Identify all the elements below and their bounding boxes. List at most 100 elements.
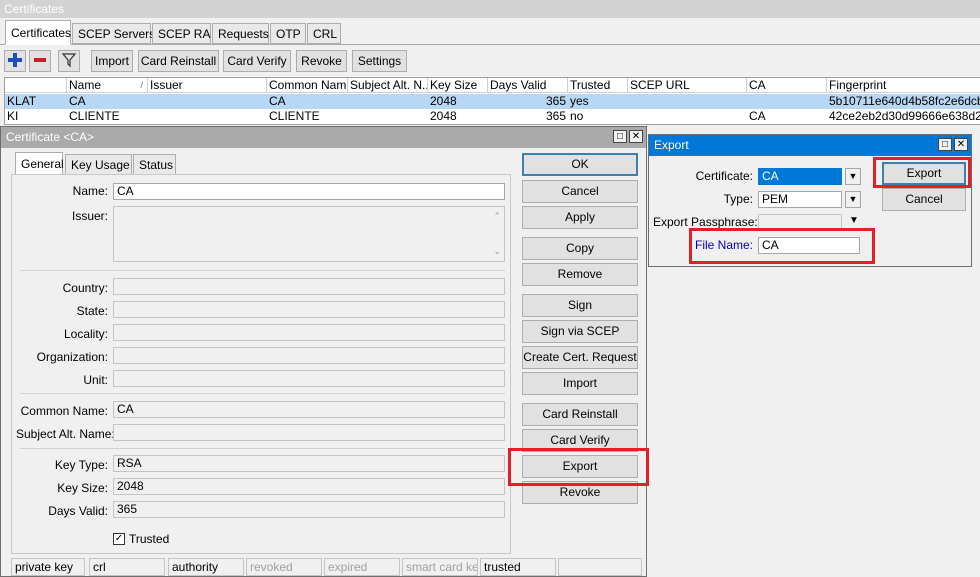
tab-otp[interactable]: OTP xyxy=(270,23,306,44)
tab-key-usage[interactable]: Key Usage xyxy=(65,154,132,175)
ok-button[interactable]: OK xyxy=(522,153,638,176)
cell-scep-url xyxy=(628,94,747,109)
column-header-name[interactable]: Name / xyxy=(67,78,148,93)
column-header-scep-url[interactable]: SCEP URL xyxy=(628,78,747,93)
sign-button[interactable]: Sign xyxy=(522,294,638,317)
filter-button[interactable] xyxy=(58,50,80,72)
state-label: State: xyxy=(76,304,108,318)
export-window-title-bar: Export □ ✕ xyxy=(649,135,971,156)
tab-certificates[interactable]: Certificates xyxy=(5,20,71,45)
state-field[interactable] xyxy=(113,301,505,318)
cell-issuer xyxy=(148,109,267,124)
country-field[interactable] xyxy=(113,278,505,295)
column-header-key-size[interactable]: Key Size xyxy=(428,78,488,93)
divider xyxy=(20,270,505,271)
card-reinstall-button[interactable]: Card Reinstall xyxy=(138,50,219,72)
cell-key-size: 2048 xyxy=(430,109,457,123)
export-cancel-button[interactable]: Cancel xyxy=(882,188,966,211)
certificate-window-title: Certificate <CA> xyxy=(6,130,95,144)
key-size-field[interactable]: 2048 xyxy=(113,478,505,495)
column-header-flags[interactable] xyxy=(5,78,67,93)
certificate-window-title-bar: Certificate <CA> □ ✕ xyxy=(1,127,646,148)
cell-ca: CA xyxy=(747,124,827,125)
create-cert-request-button[interactable]: Create Cert. Request xyxy=(522,346,638,369)
remove-cert-button[interactable]: Remove xyxy=(522,263,638,286)
cell-name: CLIENTE xyxy=(69,109,120,123)
table-row[interactable]: KI CLIENTE CLIENTE 2048 365 no CA 42ce2e… xyxy=(5,109,980,124)
column-header-ca[interactable]: CA xyxy=(747,78,827,93)
common-name-label: Common Name: xyxy=(20,404,108,418)
cancel-button[interactable]: Cancel xyxy=(522,180,638,203)
column-header-fingerprint[interactable]: Fingerprint xyxy=(827,78,980,93)
unit-field[interactable] xyxy=(113,370,505,387)
table-row[interactable]: KLAT CA CA 2048 365 yes 5b10711e640d4b58… xyxy=(5,94,980,109)
maximize-button[interactable]: □ xyxy=(613,130,627,143)
certificate-dropdown[interactable]: ▼ xyxy=(845,168,861,185)
revoke-button[interactable]: Revoke xyxy=(296,50,347,72)
tab-scep-ra[interactable]: SCEP RA xyxy=(152,23,211,44)
main-toolbar: Import Card Reinstall Card Verify Revoke… xyxy=(0,45,980,75)
apply-button[interactable]: Apply xyxy=(522,206,638,229)
close-button[interactable]: ✕ xyxy=(629,130,643,143)
cell-flags: KLAT xyxy=(7,94,37,108)
common-name-field[interactable]: CA xyxy=(113,401,505,418)
days-valid-field[interactable]: 365 xyxy=(113,501,505,518)
maximize-button[interactable]: □ xyxy=(938,138,952,151)
minus-icon xyxy=(34,58,46,62)
file-name-highlight xyxy=(689,228,875,264)
table-row[interactable]: CA 268c2c075b44718e9673e3d39 xyxy=(5,124,980,125)
copy-button[interactable]: Copy xyxy=(522,237,638,260)
country-label: Country: xyxy=(62,281,108,295)
scroll-down-icon[interactable]: ⌄ xyxy=(493,244,501,259)
tab-scep-servers[interactable]: SCEP Servers xyxy=(72,23,155,44)
status-expired: expired xyxy=(324,558,400,576)
cell-flags: KI xyxy=(7,109,19,123)
certificate-label: Certificate: xyxy=(695,169,753,183)
type-select[interactable]: PEM xyxy=(758,191,842,208)
card-reinstall-cert-button[interactable]: Card Reinstall xyxy=(522,403,638,426)
expand-icon[interactable]: ▼ xyxy=(849,215,859,226)
cell-name: CA xyxy=(69,94,86,108)
tab-status[interactable]: Status xyxy=(133,154,176,175)
settings-button[interactable]: Settings xyxy=(352,50,407,72)
column-header-days-valid[interactable]: Days Valid xyxy=(488,78,568,93)
card-verify-button[interactable]: Card Verify xyxy=(223,50,291,72)
tab-crl[interactable]: CRL xyxy=(307,23,341,44)
close-icon: ✕ xyxy=(956,139,966,150)
trusted-checkbox[interactable]: ✓ xyxy=(113,533,125,545)
import-cert-button[interactable]: Import xyxy=(522,372,638,395)
organization-field[interactable] xyxy=(113,347,505,364)
tab-requests[interactable]: Requests xyxy=(212,23,269,44)
column-header-trusted[interactable]: Trusted xyxy=(568,78,628,93)
close-button[interactable]: ✕ xyxy=(954,138,968,151)
key-size-label: Key Size: xyxy=(57,481,108,495)
key-type-field[interactable]: RSA xyxy=(113,455,505,472)
type-dropdown[interactable]: ▼ xyxy=(845,191,861,208)
column-header-common-name[interactable]: Common Name xyxy=(267,78,348,93)
column-header-subject-alt-name[interactable]: Subject Alt. N... xyxy=(348,78,428,93)
divider xyxy=(20,393,505,394)
remove-button[interactable] xyxy=(29,50,51,72)
cell-common-name: CA xyxy=(269,94,286,108)
subject-alt-name-field[interactable] xyxy=(113,424,505,441)
cell-common-name: CLIENTE xyxy=(269,109,320,123)
locality-label: Locality: xyxy=(63,327,108,341)
sign-via-scep-button[interactable]: Sign via SCEP xyxy=(522,320,638,343)
scroll-up-icon[interactable]: ⌃ xyxy=(493,209,501,224)
cell-fingerprint: 268c2c075b44718e9673e3d39 xyxy=(827,124,980,125)
key-type-label: Key Type: xyxy=(54,458,108,472)
status-smart-card-key: smart card key xyxy=(402,558,478,576)
import-button[interactable]: Import xyxy=(91,50,133,72)
cell-trusted: no xyxy=(570,109,584,123)
issuer-field[interactable]: ⌃ ⌄ xyxy=(113,206,505,262)
certificate-select[interactable]: CA xyxy=(758,168,842,185)
name-label: Name: xyxy=(72,184,108,198)
add-button[interactable] xyxy=(4,50,26,72)
column-header-issuer[interactable]: Issuer xyxy=(148,78,267,93)
cell-days-valid: 365 xyxy=(545,109,566,123)
locality-field[interactable] xyxy=(113,324,505,341)
name-field[interactable]: CA xyxy=(113,183,505,200)
cell-fingerprint: 42ce2eb2d30d99666e638d2e2 xyxy=(829,109,980,123)
cell-scep-url xyxy=(628,109,747,124)
tab-general[interactable]: General xyxy=(15,152,64,175)
